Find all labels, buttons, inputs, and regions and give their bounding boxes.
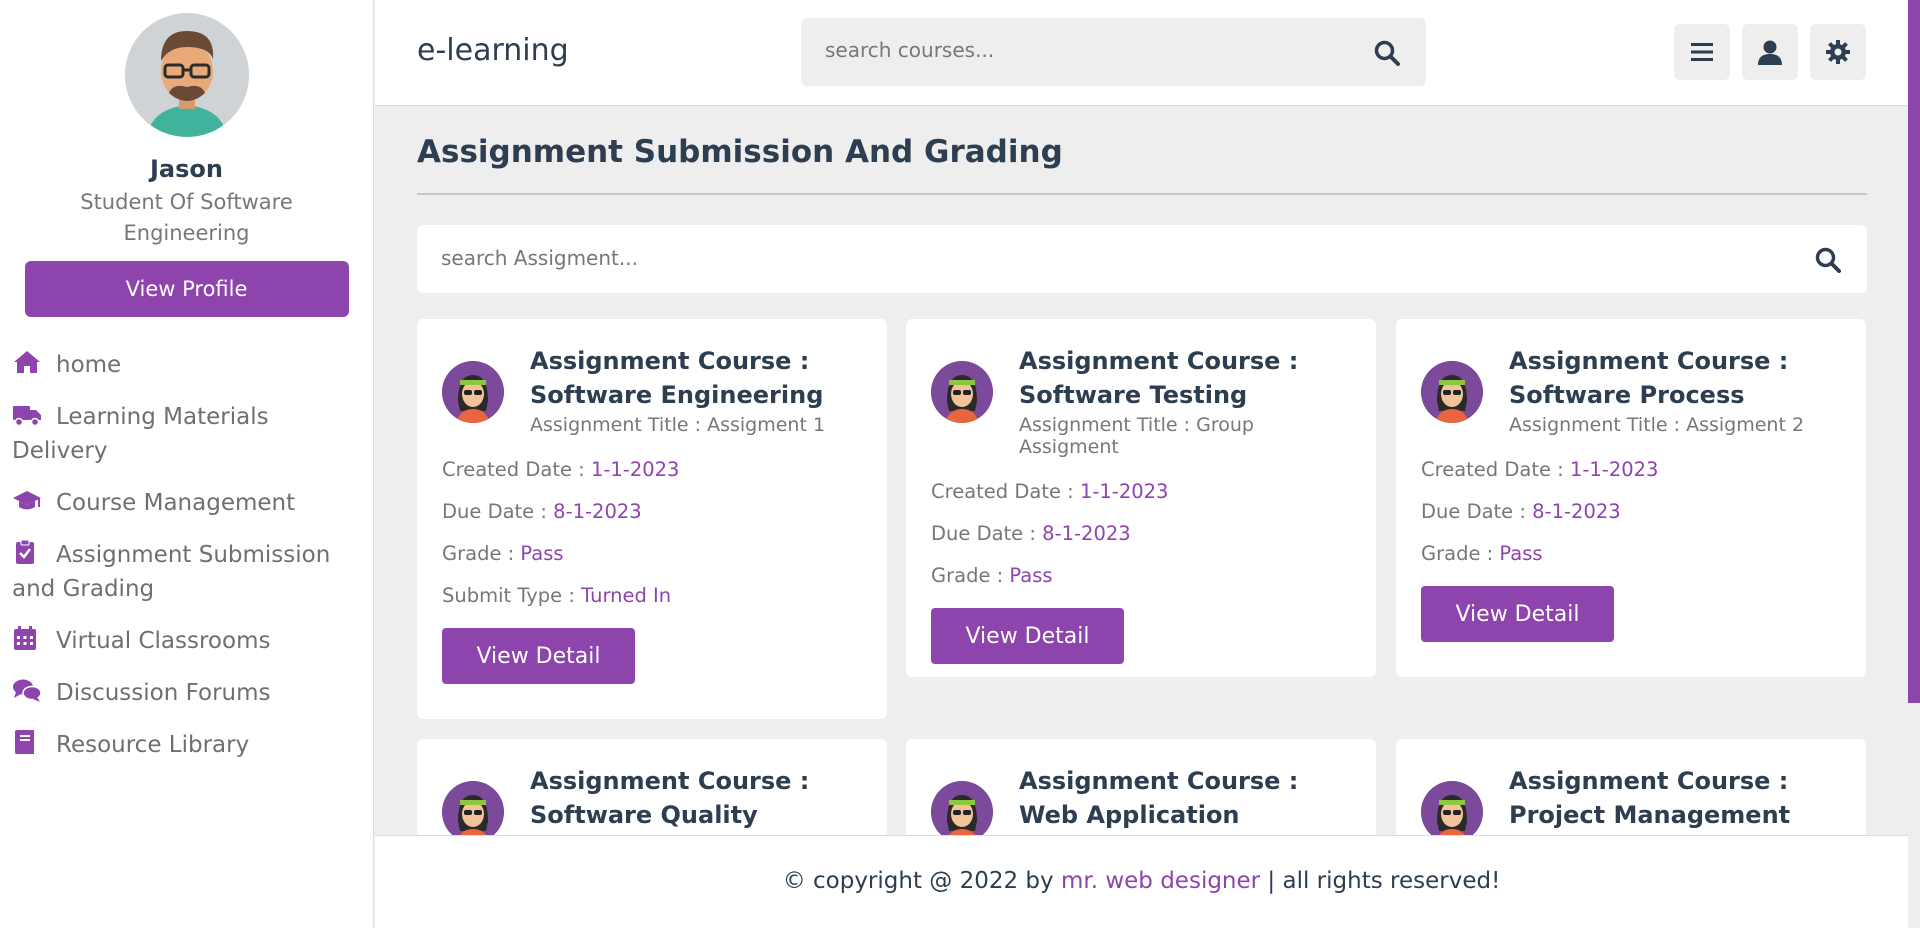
assignment-card: Assignment Course : Software Quality [417, 739, 887, 835]
sidebar-item-label: Virtual Classrooms [56, 628, 271, 654]
card-course-title: Assignment Course : Software Testing [1019, 347, 1299, 409]
truck-icon [12, 401, 42, 427]
search-icon[interactable] [1815, 247, 1841, 273]
settings-icon [1826, 40, 1850, 64]
card-course-title: Assignment Course : Software Process [1509, 347, 1789, 409]
calendar-icon [12, 625, 42, 651]
student-avatar [1421, 781, 1483, 835]
student-avatar [931, 781, 993, 835]
course-search-box [801, 18, 1426, 86]
title-divider [417, 193, 1867, 195]
card-due-date: Due Date : 8-1-2023 [931, 522, 1131, 545]
user-button[interactable] [1742, 24, 1798, 80]
student-avatar [1421, 361, 1483, 423]
card-due-date: Due Date : 8-1-2023 [442, 500, 642, 523]
card-course-title: Assignment Course : Software Quality [530, 767, 810, 829]
settings-button[interactable] [1810, 24, 1866, 80]
menu-icon [1691, 43, 1713, 61]
sidebar-nav: home Learning Materials Delivery Course … [0, 339, 373, 771]
card-created-date: Created Date : 1-1-2023 [931, 480, 1169, 503]
home-icon [12, 349, 42, 375]
card-header: Assignment Course : Web Application [931, 764, 1351, 835]
profile-role: Student Of Software Engineering [80, 190, 293, 245]
assignment-search-box [417, 225, 1867, 293]
sidebar-item-label: Discussion Forums [56, 680, 271, 706]
sidebar-item-resource-library[interactable]: Resource Library [0, 719, 373, 771]
sidebar-item-assignment-submission[interactable]: Assignment Submission and Grading [0, 529, 373, 615]
view-profile-button[interactable]: View Profile [24, 261, 349, 317]
user-avatar [124, 13, 249, 137]
sidebar-item-label: Learning Materials Delivery [12, 404, 269, 464]
card-header: Assignment Course : Software Testing Ass… [931, 344, 1351, 458]
footer-suffix: | all rights reserved! [1260, 868, 1501, 894]
brand-logo[interactable]: e-learning [417, 33, 569, 68]
clipboard-check-icon [12, 539, 42, 565]
card-course-title: Assignment Course : Software Engineering [530, 347, 824, 409]
assignment-search-input[interactable] [441, 246, 1741, 270]
card-created-date: Created Date : 1-1-2023 [1421, 458, 1659, 481]
scrollbar-thumb[interactable] [1908, 0, 1920, 703]
sidebar: Jason Student Of Software Engineering Vi… [0, 0, 374, 928]
card-grade: Grade : Pass [442, 542, 564, 565]
sidebar-item-virtual-classrooms[interactable]: Virtual Classrooms [0, 615, 373, 667]
card-submit-type: Submit Type : Turned In [442, 584, 672, 607]
menu-button[interactable] [1674, 24, 1730, 80]
main-content: Assignment Submission And Grading Assign… [375, 107, 1908, 835]
sidebar-item-label: Resource Library [56, 732, 250, 758]
user-icon [1758, 40, 1782, 65]
assignment-card: Assignment Course : Software Testing Ass… [906, 319, 1376, 677]
graduation-cap-icon [12, 487, 42, 513]
card-grade: Grade : Pass [1421, 542, 1543, 565]
profile-panel: Jason Student Of Software Engineering Vi… [0, 0, 373, 317]
assignment-card: Assignment Course : Project Management [1396, 739, 1866, 835]
card-assignment-title: Assignment Title : Assigment 1 [530, 414, 826, 436]
card-header: Assignment Course : Software Engineering… [442, 344, 862, 436]
comments-icon [12, 677, 42, 703]
search-icon[interactable] [1374, 40, 1400, 66]
assignment-card: Assignment Course : Software Process Ass… [1396, 319, 1866, 677]
footer: © copyright @ 2022 by mr. web designer |… [375, 835, 1908, 928]
student-avatar [931, 361, 993, 423]
card-header: Assignment Course : Project Management [1421, 764, 1841, 835]
sidebar-item-learning-materials[interactable]: Learning Materials Delivery [0, 391, 373, 477]
card-assignment-title: Assignment Title : Group Assigment [1019, 414, 1254, 458]
sidebar-item-home[interactable]: home [0, 339, 373, 391]
footer-link[interactable]: mr. web designer [1061, 868, 1260, 894]
book-icon [12, 729, 42, 755]
footer-prefix: © copyright @ 2022 by [782, 868, 1061, 894]
sidebar-item-label: Course Management [56, 490, 296, 516]
card-created-date: Created Date : 1-1-2023 [442, 458, 680, 481]
card-header: Assignment Course : Software Quality [442, 764, 862, 835]
student-avatar [442, 361, 504, 423]
course-search-input[interactable] [825, 38, 1345, 62]
card-grade: Grade : Pass [931, 564, 1053, 587]
card-due-date: Due Date : 8-1-2023 [1421, 500, 1621, 523]
student-avatar [442, 781, 504, 835]
assignment-card: Assignment Course : Web Application [906, 739, 1376, 835]
view-detail-button[interactable]: View Detail [442, 628, 635, 684]
view-detail-button[interactable]: View Detail [931, 608, 1124, 664]
sidebar-item-label: home [56, 352, 122, 378]
sidebar-item-course-management[interactable]: Course Management [0, 477, 373, 529]
assignment-card: Assignment Course : Software Engineering… [417, 319, 887, 719]
page-title: Assignment Submission And Grading [417, 134, 1063, 170]
top-header: e-learning [375, 0, 1920, 106]
sidebar-item-label: Assignment Submission and Grading [12, 542, 331, 602]
view-detail-button[interactable]: View Detail [1421, 586, 1614, 642]
sidebar-item-discussion-forums[interactable]: Discussion Forums [0, 667, 373, 719]
card-assignment-title: Assignment Title : Assigment 2 [1509, 414, 1805, 436]
card-header: Assignment Course : Software Process Ass… [1421, 344, 1841, 436]
card-course-title: Assignment Course : Project Management [1509, 767, 1791, 829]
profile-name: Jason [150, 155, 223, 183]
card-course-title: Assignment Course : Web Application [1019, 767, 1299, 829]
